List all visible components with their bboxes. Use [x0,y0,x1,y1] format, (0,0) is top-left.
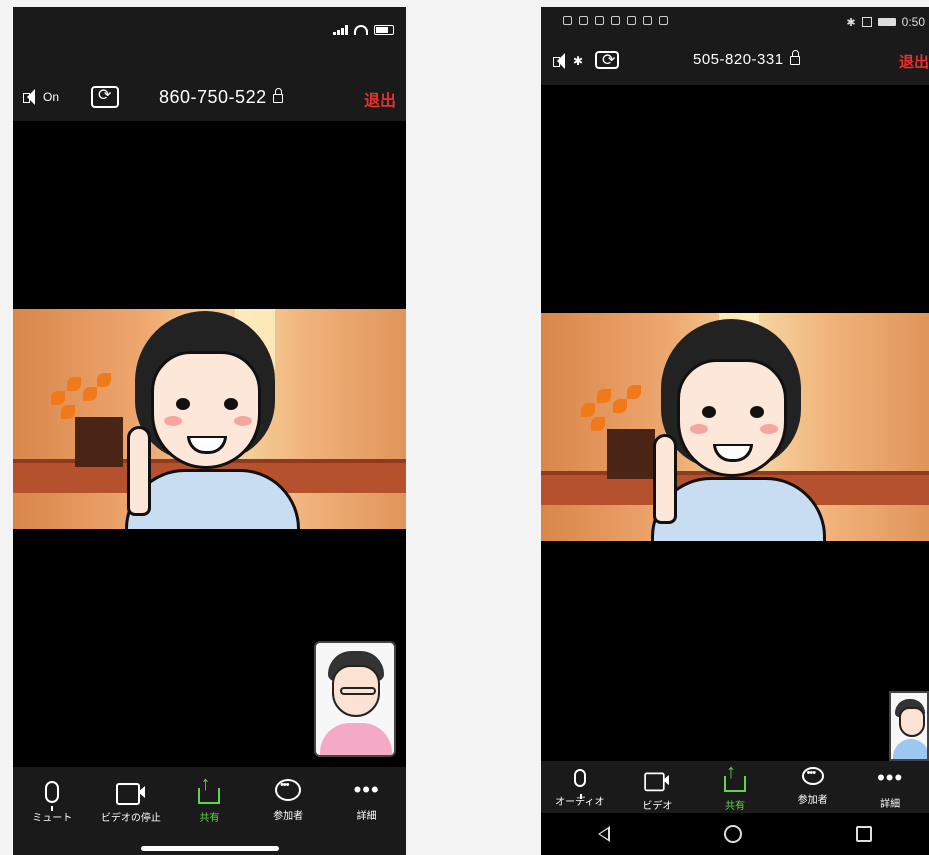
stop-video-label: ビデオの停止 [100,813,161,824]
lock-icon [789,49,800,65]
notification-icons [563,16,668,25]
android-status-bar: ✱ 0:50 [541,7,929,37]
meeting-id-text: 505-820-331 [693,51,784,68]
video-camera-icon [115,783,146,805]
more-dots-icon: ••• [877,765,904,790]
leave-button[interactable]: 退出 [899,51,929,72]
microphone-icon [573,769,586,799]
active-speaker-video [541,313,929,541]
meeting-id: 505-820-331 [693,49,800,68]
share-label: 共有 [199,813,220,824]
bluetooth-icon: ✱ [846,16,856,29]
recent-apps-icon[interactable] [856,826,872,842]
speaker-avatar [651,319,831,541]
speaker-toggle[interactable]: On [23,89,59,105]
microphone-icon [45,781,60,811]
video-label: ビデオ [642,801,673,812]
ios-status-bar [13,7,406,47]
chat-bubble-icon [801,767,824,785]
switch-camera-button[interactable] [595,50,619,70]
share-button[interactable]: 共有 [699,761,771,813]
android-meeting-screen: ✱ 0:50 ✱ 505-820-331 退出 [541,7,929,855]
flowers [47,371,117,431]
speaker-status: On [43,90,60,104]
share-button[interactable]: 共有 [173,773,245,855]
leave-button[interactable]: 退出 [364,87,396,111]
more-label: 詳細 [356,811,377,822]
switch-camera-button[interactable] [91,85,119,108]
bluetooth-speaker-icon [553,53,569,69]
wifi-icon [354,25,368,35]
ios-meeting-top-bar: On 860-750-522 退出 [13,47,406,121]
more-dots-icon: ••• [353,777,380,802]
participants-button[interactable]: 参加者 [252,779,324,855]
battery-icon [877,18,896,26]
self-view-thumbnail[interactable] [314,641,396,757]
chat-bubble-icon [275,779,302,801]
speaker-toggle[interactable]: ✱ [553,53,583,69]
lock-icon [272,87,283,103]
audio-button[interactable]: オーディオ [544,767,616,813]
speaker-avatar [125,311,305,529]
active-speaker-video [13,309,406,529]
ios-meeting-toolbar: ミュート ビデオの停止 共有 参加者 ••• 詳細 [13,767,406,855]
more-button[interactable]: ••• 詳細 [331,779,403,855]
android-meeting-toolbar: オーディオ ビデオ 共有 参加者 ••• 詳細 [541,761,929,813]
meeting-id-text: 860-750-522 [159,87,267,107]
share-icon [723,761,746,792]
mute-label: ミュート [32,813,73,824]
back-icon[interactable] [598,826,610,842]
more-button[interactable]: ••• 詳細 [854,767,926,813]
home-icon[interactable] [724,825,742,843]
participants-label: 参加者 [797,795,828,806]
participants-label: 参加者 [273,811,304,822]
meeting-id: 860-750-522 [159,87,283,108]
flowers [577,383,647,443]
speaker-icon [23,89,39,105]
clock: 0:50 [901,15,925,29]
more-label: 詳細 [880,799,901,810]
android-meeting-top-bar: ✱ 505-820-331 退出 [541,37,929,85]
self-view-thumbnail[interactable] [889,691,929,761]
video-button[interactable]: ビデオ [621,767,693,813]
android-nav-bar [541,813,929,855]
bluetooth-icon: ✱ [573,54,584,68]
signal-icon [333,25,348,35]
camera-flip-icon [91,85,119,108]
participants-button[interactable]: 参加者 [777,767,849,813]
share-icon [198,773,221,804]
camera-flip-icon [595,50,619,70]
mute-button[interactable]: ミュート [16,779,88,855]
video-camera-icon [644,772,671,792]
battery-icon [374,25,394,35]
vibrate-icon [861,17,872,27]
home-indicator[interactable] [141,846,279,851]
stop-video-button[interactable]: ビデオの停止 [95,779,167,855]
ios-meeting-screen: On 860-750-522 退出 [13,7,406,855]
share-label: 共有 [724,801,745,812]
